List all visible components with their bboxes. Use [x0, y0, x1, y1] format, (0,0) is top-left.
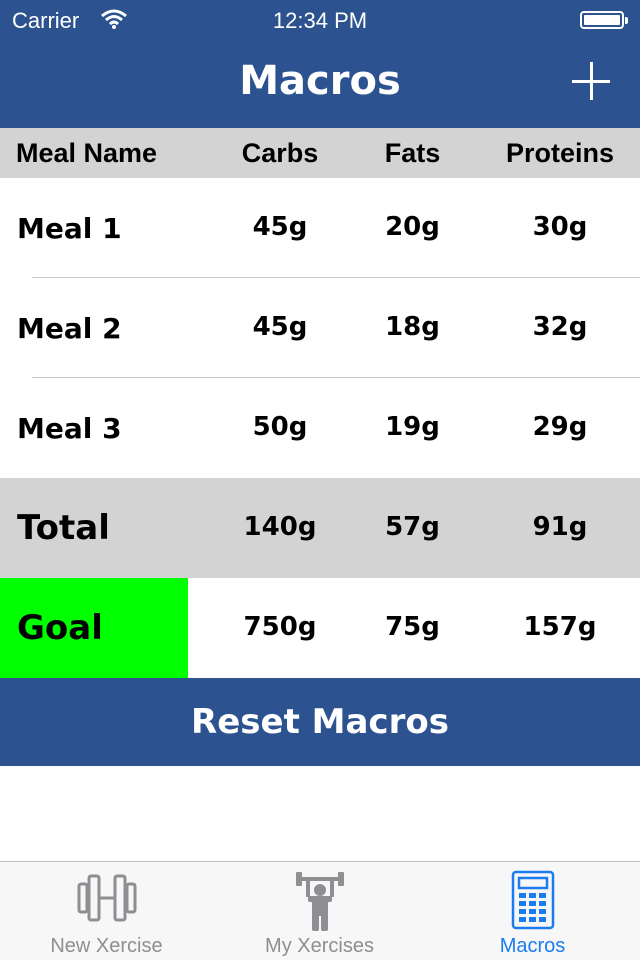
header-carbs: Carbs [241, 138, 319, 168]
tab-label: My Xercises [265, 935, 374, 957]
header-meal-name: Meal Name [16, 138, 158, 168]
goal-fats: 75g [385, 612, 440, 642]
meal-proteins: 30g [532, 212, 588, 242]
meal-fats: 18g [385, 312, 440, 342]
status-time: 12:34 PM [272, 8, 368, 33]
meal-proteins: 32g [532, 312, 588, 342]
table-row[interactable]: Meal 1 45g 20g 30g [0, 178, 640, 278]
meal-carbs: 50g [252, 412, 308, 442]
weightlifter-icon [295, 872, 344, 931]
total-proteins: 91g [532, 512, 588, 542]
reset-macros-button[interactable]: Reset Macros [0, 678, 640, 766]
meal-carbs: 45g [252, 212, 308, 242]
total-fats: 57g [385, 512, 440, 542]
tab-new-xercise[interactable]: New Xercise [0, 862, 213, 961]
meal-proteins: 29g [532, 412, 588, 442]
battery-icon [580, 11, 628, 29]
table-header: Meal Name Carbs Fats Proteins [0, 128, 640, 178]
add-icon[interactable] [572, 62, 610, 100]
dumbbell-icon [77, 874, 136, 922]
tab-bar: New Xercise My Xercises Macros [0, 861, 640, 960]
meal-carbs: 45g [252, 312, 308, 342]
tab-my-xercises[interactable]: My Xercises [213, 862, 426, 961]
total-row: Total 140g 57g 91g [0, 478, 640, 578]
tab-macros[interactable]: Macros [426, 862, 639, 961]
total-label: Total [17, 508, 110, 548]
nav-bar: Macros [0, 40, 640, 128]
total-carbs: 140g [243, 512, 317, 542]
goal-proteins: 157g [523, 612, 597, 642]
goal-carbs: 750g [243, 612, 317, 642]
meal-fats: 20g [385, 212, 440, 242]
header-fats: Fats [384, 138, 441, 168]
goal-row[interactable]: Goal 750g 75g 157g [0, 578, 640, 678]
tab-label: Macros [499, 935, 566, 957]
goal-label: Goal [17, 608, 103, 648]
table-row[interactable]: Meal 2 45g 18g 32g [0, 278, 640, 378]
meal-name: Meal 2 [17, 312, 122, 345]
tab-label: New Xercise [50, 935, 163, 957]
header-proteins: Proteins [505, 138, 615, 168]
table-row[interactable]: Meal 3 50g 19g 29g [0, 378, 640, 478]
calculator-icon [511, 870, 554, 930]
meal-fats: 19g [385, 412, 440, 442]
page-title: Macros [239, 58, 401, 104]
meal-name: Meal 1 [17, 212, 122, 245]
meal-name: Meal 3 [17, 412, 122, 445]
status-bar: Carrier 12:34 PM [0, 0, 640, 40]
